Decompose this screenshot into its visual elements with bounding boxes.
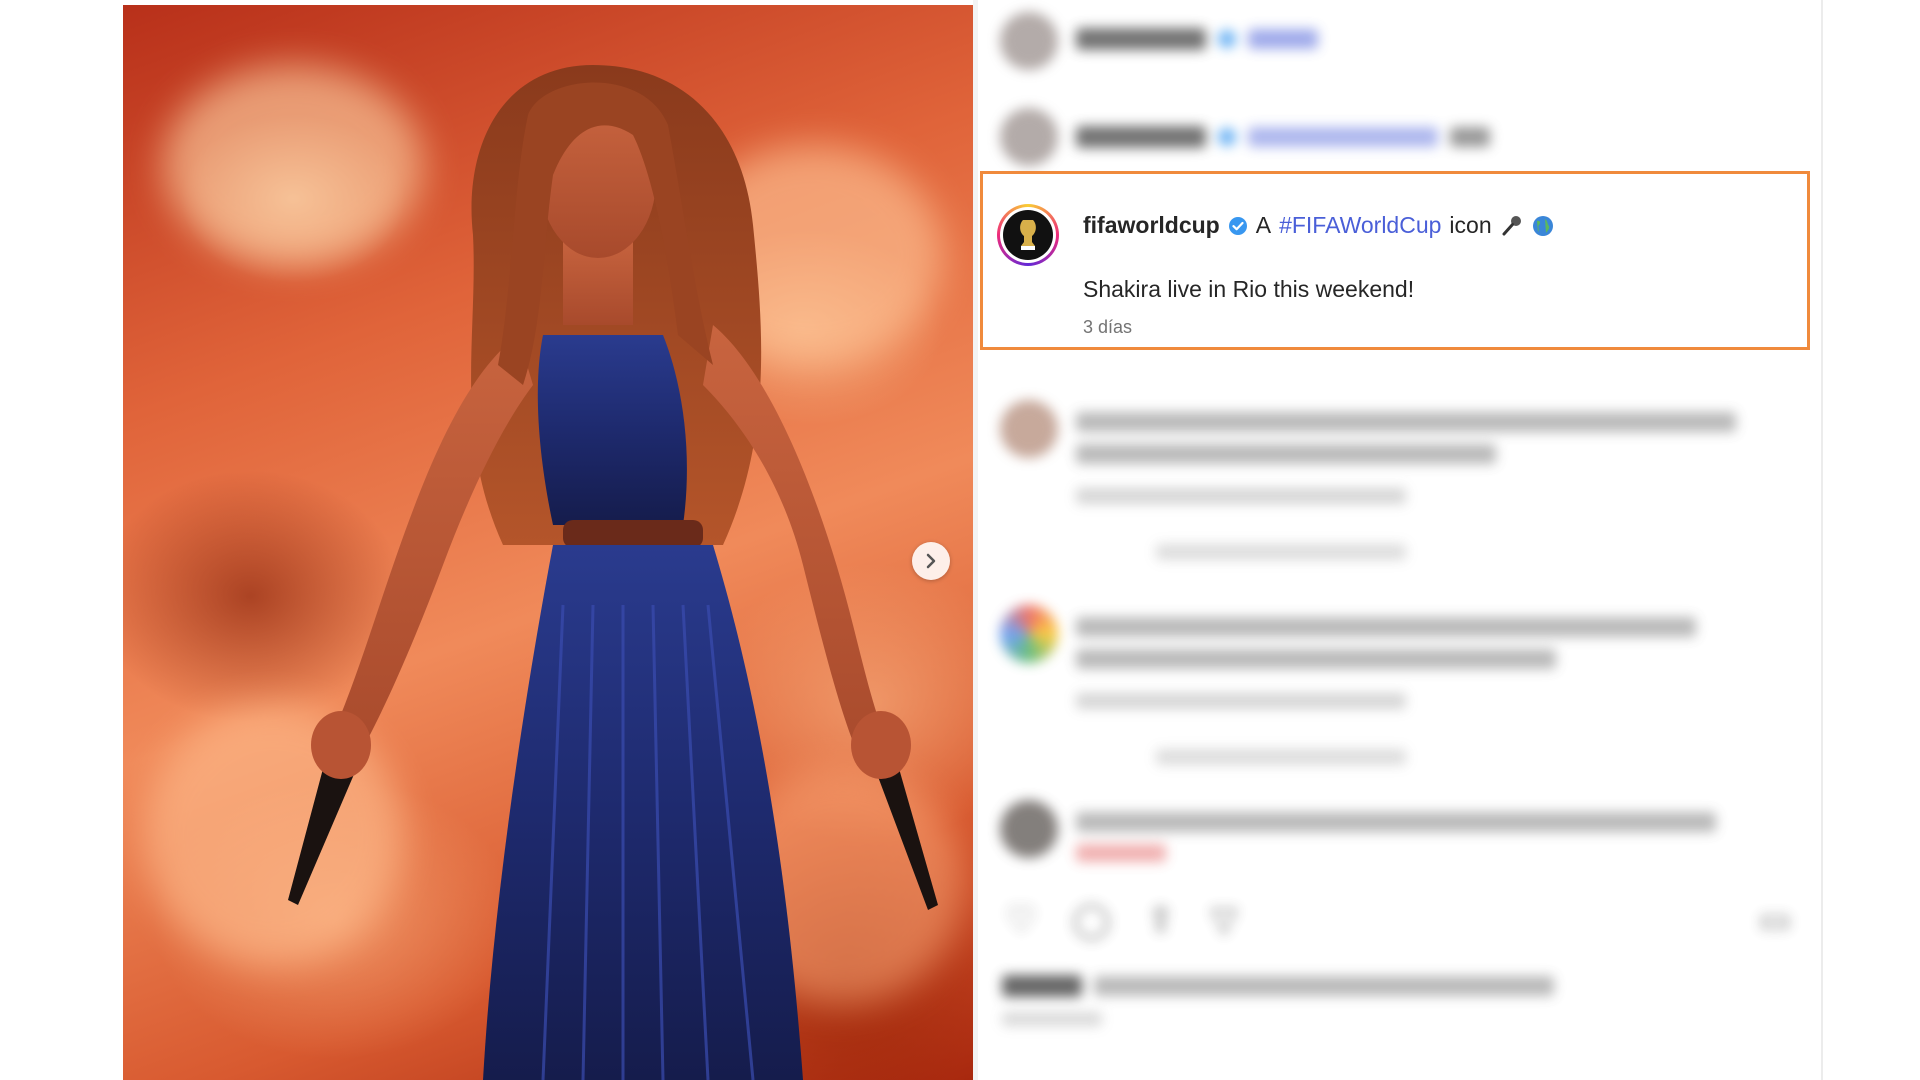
caption-suffix: icon <box>1449 212 1492 238</box>
comments-panel: ♡ ◯ ⇪ ▽ ▭ <box>978 0 1821 1080</box>
trophy-icon <box>1020 220 1036 250</box>
avatar <box>1000 605 1058 663</box>
avatar <box>1000 12 1058 70</box>
username-link[interactable]: fifaworldcup <box>1083 212 1220 239</box>
avatar <box>1000 800 1058 858</box>
avatar <box>1000 108 1058 166</box>
caption-header: fifaworldcup A #FIFAWorldCup icon <box>1083 212 1554 239</box>
heart-icon[interactable]: ♡ <box>1006 900 1036 940</box>
caption-body: Shakira live in Rio this weekend! <box>1083 276 1415 302</box>
post-photo[interactable] <box>123 5 973 1080</box>
post-actions: ♡ ◯ ⇪ ▽ <box>1006 900 1237 940</box>
performer-figure <box>288 65 938 1080</box>
gift-icon[interactable]: ▽ <box>1211 900 1237 940</box>
caption-highlight: fifaworldcup A #FIFAWorldCup icon Shakir… <box>980 171 1810 350</box>
share-icon[interactable]: ⇪ <box>1147 900 1176 940</box>
next-photo-button[interactable] <box>912 542 950 580</box>
verified-badge-icon <box>1228 216 1247 235</box>
bookmark-icon[interactable]: ▭ <box>1759 900 1791 940</box>
hashtag-link[interactable]: #FIFAWorldCup <box>1279 212 1441 239</box>
chevron-right-icon <box>926 553 936 569</box>
comment-icon[interactable]: ◯ <box>1072 900 1110 940</box>
avatar <box>1000 400 1058 458</box>
microphone-icon <box>1502 215 1521 235</box>
panel-edge <box>1821 0 1823 1080</box>
globe-icon <box>1532 215 1553 236</box>
post-timestamp[interactable]: 3 días <box>1083 317 1132 338</box>
fifaworldcup-avatar[interactable] <box>997 204 1059 266</box>
caption-prefix: A <box>1255 212 1272 238</box>
